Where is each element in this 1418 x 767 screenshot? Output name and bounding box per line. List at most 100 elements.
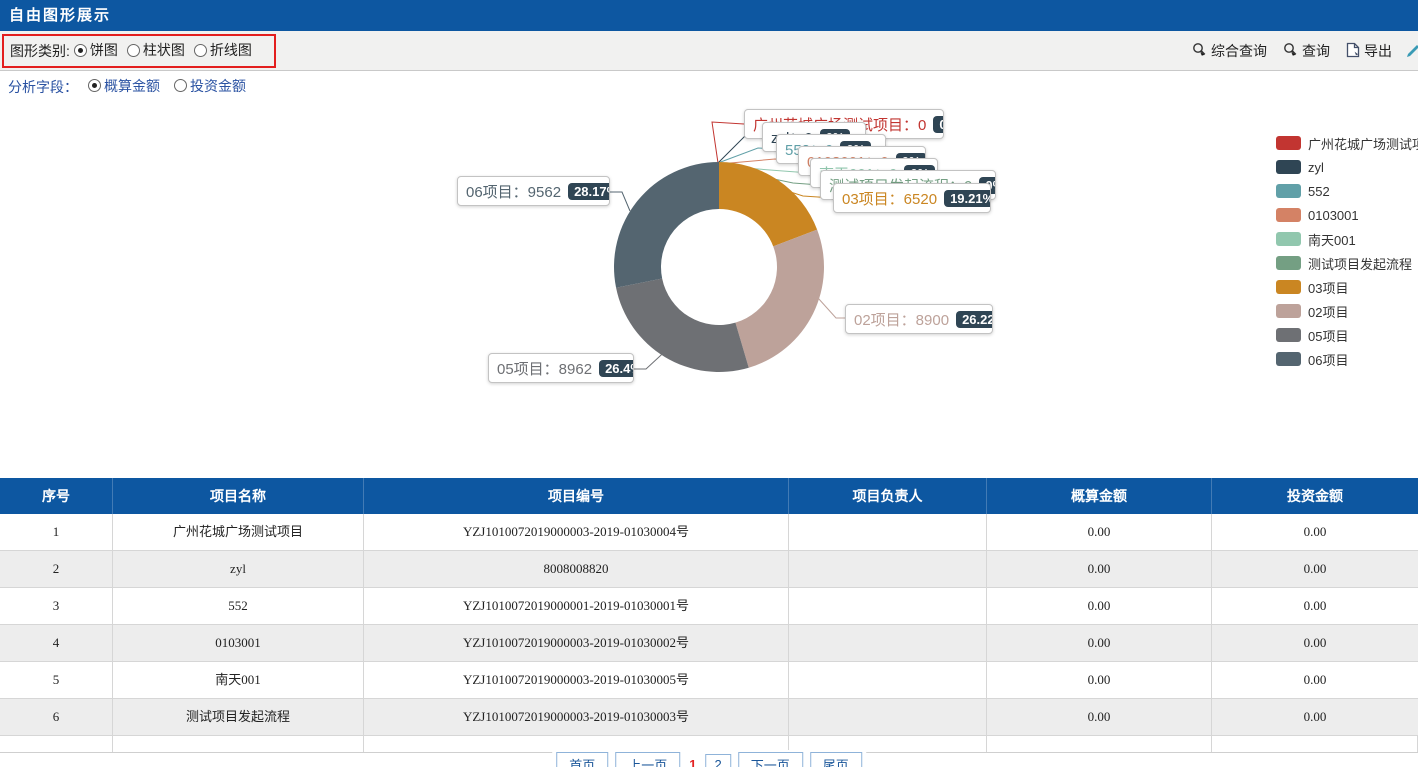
table-row-3[interactable]: 3552YZJ1010072019000001-2019-01030001号0.… — [0, 588, 1418, 625]
action-label: 导出 — [1364, 41, 1392, 61]
legend-swatch — [1276, 232, 1301, 246]
callout-05项目: 05项目：896226.4% — [488, 353, 634, 383]
radio-chart-type-折线图[interactable]: 折线图 — [194, 40, 252, 60]
action-查询[interactable]: 查询 — [1283, 41, 1330, 61]
radio-field-投资金额[interactable]: 投资金额 — [174, 76, 246, 96]
legend-swatch — [1276, 136, 1301, 150]
radio-chart-type-label: 饼图 — [90, 40, 118, 60]
radio-field-dot[interactable] — [88, 79, 101, 92]
page-上一页[interactable]: 上一页 — [615, 752, 680, 767]
table-cell: YZJ1010072019000003-2019-01030002号 — [364, 625, 789, 661]
pie-slice-05项目[interactable] — [616, 278, 749, 372]
table-row-2[interactable]: 2zyl80080088200.000.00 — [0, 551, 1418, 588]
legend-item-06项目[interactable]: 06项目 — [1276, 347, 1418, 371]
legend-item-zyl[interactable]: zyl — [1276, 155, 1418, 179]
table-cell: 0.00 — [1212, 699, 1418, 735]
table-row-4[interactable]: 40103001YZJ1010072019000003-2019-0103000… — [0, 625, 1418, 662]
radio-chart-type-柱状图[interactable]: 柱状图 — [127, 40, 185, 60]
legend-label: 0103001 — [1308, 208, 1359, 223]
table-cell: 0.00 — [1212, 625, 1418, 661]
table-cell: 0.00 — [987, 514, 1212, 550]
callout-03项目: 03项目：652019.21% — [833, 183, 991, 213]
table-header-概算金额: 概算金额 — [987, 478, 1212, 514]
legend-label: zyl — [1308, 160, 1324, 175]
pagination: 首页上一页 12 下一页尾页 — [552, 750, 866, 767]
page-2[interactable]: 2 — [706, 754, 731, 767]
table-cell: 0.00 — [1212, 588, 1418, 624]
analysis-field-radio-group: 概算金额投资金额 — [88, 76, 260, 98]
export-icon — [1346, 42, 1360, 61]
edit-pen-icon[interactable] — [1405, 43, 1418, 64]
callout-percent-badge: 0% — [933, 116, 944, 133]
legend-item-552[interactable]: 552 — [1276, 179, 1418, 203]
callout-text: 05项目：8962 — [497, 358, 592, 379]
radio-chart-type-饼图[interactable]: 饼图 — [74, 40, 118, 60]
table-cell: zyl — [113, 551, 364, 587]
table-header-row: 序号项目名称项目编号项目负责人概算金额投资金额 — [0, 478, 1418, 514]
table-cell: YZJ1010072019000003-2019-01030005号 — [364, 662, 789, 698]
table-body: 1广州花城广场测试项目 YZJ1010072019000003-2019-0103… — [0, 514, 1418, 736]
legend-swatch — [1276, 256, 1301, 270]
pie-chart-area: 广州花城广场测试项目：00%zyl：00%552：00%0103001：00%南… — [0, 102, 1418, 478]
action-导出[interactable]: 导出 — [1346, 41, 1392, 61]
chart-type-label: 图形类别: — [10, 41, 70, 61]
radio-field-概算金额[interactable]: 概算金额 — [88, 76, 160, 96]
leader-line-06项目 — [610, 192, 630, 211]
chart-legend: 广州花城广场测试项目 zyl 552 0103001 南天001测试项目发起流程03项目… — [1276, 131, 1418, 371]
table-cell: 0.00 — [987, 551, 1212, 587]
donut-chart[interactable] — [0, 102, 1418, 478]
legend-swatch — [1276, 352, 1301, 366]
legend-label: 02项目 — [1308, 302, 1348, 321]
callout-text: 03项目：6520 — [842, 188, 937, 209]
table-cell: 8008008820 — [364, 551, 789, 587]
radio-field-dot[interactable] — [174, 79, 187, 92]
table-row-5[interactable]: 5南天001YZJ1010072019000003-2019-01030005号… — [0, 662, 1418, 699]
table-cell — [789, 662, 987, 698]
table-cell: 南天001 — [113, 662, 364, 698]
legend-item-南天001[interactable]: 南天001 — [1276, 227, 1418, 251]
radio-chart-type-dot[interactable] — [127, 44, 140, 57]
table-cell: 0.00 — [987, 625, 1212, 661]
table-header-项目负责人: 项目负责人 — [789, 478, 987, 514]
action-label: 综合查询 — [1211, 41, 1267, 61]
radio-chart-type-dot[interactable] — [194, 44, 207, 57]
page-首页[interactable]: 首页 — [556, 752, 608, 767]
pie-slice-02项目[interactable] — [735, 230, 824, 368]
radio-field-label: 概算金额 — [104, 76, 160, 96]
pie-slice-06项目[interactable] — [614, 162, 719, 288]
table-header-序号: 序号 — [0, 478, 113, 514]
table-header-投资金额: 投资金额 — [1212, 478, 1418, 514]
table-cell: 0.00 — [1212, 514, 1418, 550]
analysis-field-label: 分析字段： — [8, 77, 78, 97]
action-label: 查询 — [1302, 41, 1330, 61]
table-cell: 4 — [0, 625, 113, 661]
page-下一页[interactable]: 下一页 — [738, 752, 803, 767]
legend-item-广州花城广场测试项目[interactable]: 广州花城广场测试项目 — [1276, 131, 1418, 155]
chart-type-radio-group: 饼图柱状图折线图 — [74, 40, 261, 62]
search-icon — [1192, 42, 1207, 60]
table-cell: 6 — [0, 699, 113, 735]
page-title: 自由图形展示 — [9, 7, 111, 24]
table-row-1[interactable]: 1广州花城广场测试项目YZJ1010072019000003-2019-0103… — [0, 514, 1418, 551]
action-综合查询[interactable]: 综合查询 — [1192, 41, 1267, 61]
table-cell: 5 — [0, 662, 113, 698]
legend-item-03项目[interactable]: 03项目 — [1276, 275, 1418, 299]
table-row-6[interactable]: 6测试项目发起流程YZJ1010072019000003-2019-010300… — [0, 699, 1418, 736]
page-尾页[interactable]: 尾页 — [810, 752, 862, 767]
callout-02项目: 02项目：890026.22% — [845, 304, 993, 334]
legend-item-0103001[interactable]: 0103001 — [1276, 203, 1418, 227]
legend-item-测试项目发起流程[interactable]: 测试项目发起流程 — [1276, 251, 1418, 275]
table-cell: 1 — [0, 514, 113, 550]
table-cell: 广州花城广场测试项目 — [113, 514, 364, 550]
radio-chart-type-dot[interactable] — [74, 44, 87, 57]
legend-item-02项目[interactable]: 02项目 — [1276, 299, 1418, 323]
legend-label: 06项目 — [1308, 350, 1348, 369]
callout-text: 02项目：8900 — [854, 309, 949, 330]
page-1: 1 — [687, 755, 698, 767]
table-cell: YZJ1010072019000001-2019-01030001号 — [364, 588, 789, 624]
table-cell-empty — [113, 736, 364, 752]
legend-item-05项目[interactable]: 05项目 — [1276, 323, 1418, 347]
legend-label: 05项目 — [1308, 326, 1348, 345]
legend-swatch — [1276, 208, 1301, 222]
table-cell: 3 — [0, 588, 113, 624]
